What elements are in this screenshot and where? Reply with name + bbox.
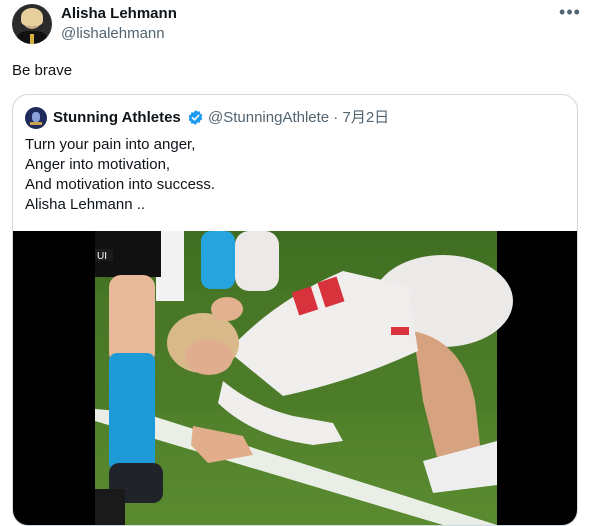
quoted-text-line: Alisha Lehmann .. — [25, 196, 146, 213]
avatar-logo — [32, 112, 40, 122]
verified-badge-icon — [188, 110, 203, 125]
avatar-logo-base — [30, 122, 42, 125]
quoted-handle-and-date[interactable]: @StunningAthlete · 7月2日 — [208, 109, 389, 127]
jersey-trim — [391, 327, 409, 335]
referee-hand — [211, 297, 243, 321]
video-frame: UI — [95, 231, 513, 525]
background-leg — [235, 231, 279, 291]
referee-leg — [109, 275, 155, 365]
overlay-label: UI — [97, 251, 107, 262]
player-face — [185, 339, 233, 375]
avatar-hair — [21, 8, 43, 26]
more-options-icon[interactable]: ••• — [558, 2, 582, 22]
referee-sock — [109, 353, 155, 471]
referee-boot-shadow — [95, 489, 125, 525]
author-handle[interactable]: @lishalehmann — [61, 25, 165, 43]
quoted-tweet-text: Turn your pain into anger, Anger into mo… — [25, 135, 215, 215]
quoted-tweet-card[interactable]: Stunning Athletes @StunningAthlete · 7月2… — [12, 94, 578, 526]
quoted-author-avatar[interactable] — [25, 107, 47, 129]
tweet-text: Be brave — [12, 62, 73, 79]
quoted-text-line: And motivation into success. — [25, 176, 216, 193]
author-avatar[interactable] — [12, 4, 52, 44]
quoted-author-name[interactable]: Stunning Athletes — [53, 109, 181, 127]
author-name[interactable]: Alisha Lehmann — [61, 5, 177, 23]
avatar-stripe — [30, 34, 34, 44]
quoted-media-video[interactable]: UI — [13, 231, 577, 525]
background-sock — [201, 231, 235, 289]
quoted-text-line: Turn your pain into anger, — [25, 136, 196, 153]
quoted-text-line: Anger into motivation, — [25, 156, 171, 173]
